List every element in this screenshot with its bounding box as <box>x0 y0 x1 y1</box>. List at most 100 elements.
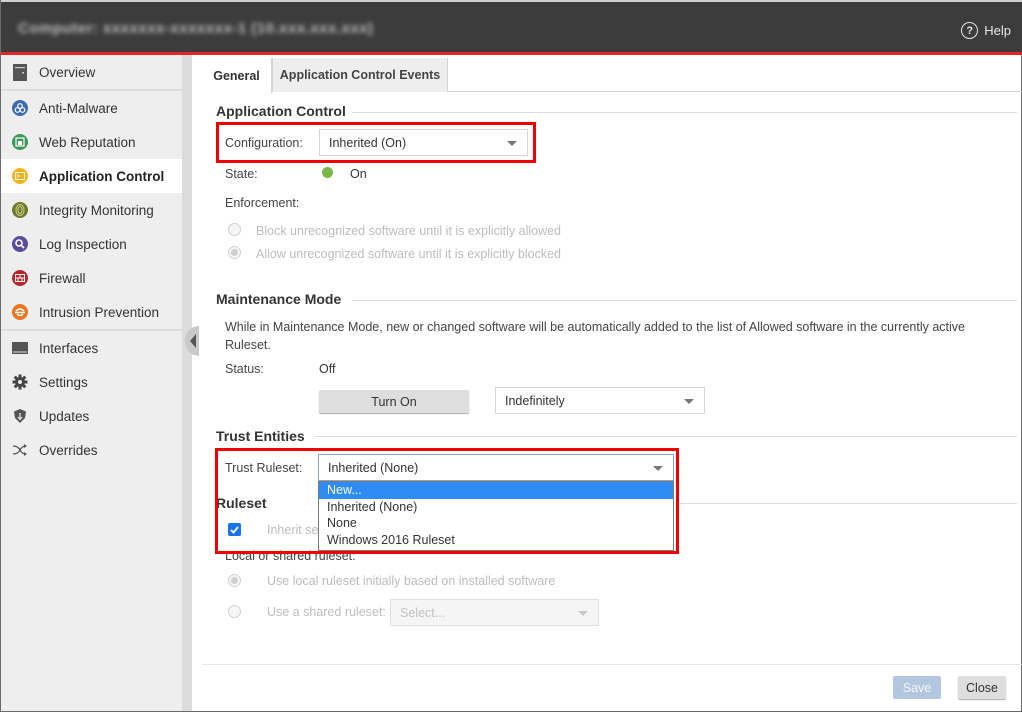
server-icon <box>12 63 28 81</box>
sidebar-item-integrity-monitoring[interactable]: Integrity Monitoring <box>1 193 182 227</box>
enforcement-allow-label: Allow unrecognized software until it is … <box>256 247 562 261</box>
duration-value: Indefinitely <box>505 393 565 408</box>
sidebar-item-application-control[interactable]: Application Control <box>1 159 182 193</box>
section-divider <box>352 112 1017 113</box>
use-local-ruleset-radio[interactable] <box>228 574 241 587</box>
sidebar-item-label: Updates <box>39 408 90 424</box>
state-value: On <box>350 167 367 181</box>
local-or-shared-label: Local or shared ruleset: <box>225 549 356 563</box>
sidebar-item-web-reputation[interactable]: Web Reputation <box>1 125 182 159</box>
sidebar-item-log-inspection[interactable]: Log Inspection <box>1 227 182 261</box>
sidebar-item-label: Application Control <box>39 168 165 184</box>
sidebar-item-label: Overview <box>39 64 96 80</box>
section-trust-entities: Trust Entities <box>216 428 305 444</box>
section-title: Trust Entities <box>216 428 305 444</box>
chevron-down-icon <box>507 141 517 146</box>
sidebar-item-settings[interactable]: Settings <box>1 365 182 399</box>
main-content: General Application Control Events Appli… <box>202 55 1022 711</box>
section-ruleset: Ruleset <box>216 495 267 511</box>
maintenance-status-label: Status: <box>225 362 264 376</box>
use-shared-ruleset-label: Use a shared ruleset: <box>267 605 386 619</box>
section-maintenance-mode: Maintenance Mode <box>216 291 341 307</box>
sidebar-item-label: Interfaces <box>39 340 99 356</box>
update-shield-icon <box>12 408 28 424</box>
biohazard-icon <box>12 100 28 116</box>
sidebar-item-intrusion-prevention[interactable]: Intrusion Prevention <box>1 295 182 329</box>
help-label: Help <box>984 23 1011 38</box>
enforcement-label: Enforcement: <box>225 196 300 210</box>
sidebar-item-updates[interactable]: Updates <box>1 399 182 433</box>
tab-bar: General Application Control Events <box>202 55 1022 93</box>
sidebar: Overview Anti-Malware Web Reputation App… <box>1 55 192 711</box>
help-button[interactable]: ? Help <box>961 22 1011 39</box>
sidebar-item-label: Log Inspection <box>39 236 127 252</box>
shield-icon <box>12 304 28 320</box>
maintenance-description: While in Maintenance Mode, new or change… <box>225 320 965 352</box>
footer-divider <box>202 664 1022 665</box>
tab-application-control-events[interactable]: Application Control Events <box>272 58 448 92</box>
section-divider <box>680 503 1017 504</box>
dropdown-option-none[interactable]: None <box>319 515 673 532</box>
sidebar-item-label: Integrity Monitoring <box>39 202 154 218</box>
tab-general[interactable]: General <box>202 58 272 93</box>
trust-ruleset-select[interactable]: Inherited (None) <box>318 454 674 481</box>
sidebar-item-label: Overrides <box>39 442 98 458</box>
sidebar-item-label: Intrusion Prevention <box>39 304 160 320</box>
title-bar: Computer: xxxxxxx-xxxxxxx-1 (10.xxx.xxx.… <box>1 0 1022 55</box>
section-divider <box>315 436 1017 437</box>
shared-ruleset-placeholder: Select... <box>400 605 446 620</box>
sidebar-item-anti-malware[interactable]: Anti-Malware <box>1 91 182 125</box>
sidebar-item-overrides[interactable]: Overrides <box>1 433 182 467</box>
turn-on-button[interactable]: Turn On <box>319 390 469 413</box>
sidebar-item-label: Firewall <box>39 270 86 286</box>
save-button[interactable]: Save <box>893 676 941 699</box>
sidebar-item-label: Anti-Malware <box>39 100 118 116</box>
enforcement-block-radio[interactable] <box>228 223 241 236</box>
enforcement-allow-radio[interactable] <box>228 246 241 259</box>
section-title: Maintenance Mode <box>216 291 342 307</box>
section-application-control: Application Control <box>216 103 346 119</box>
thumbs-up-icon <box>12 134 28 150</box>
chevron-down-icon <box>684 399 694 404</box>
use-shared-ruleset-radio[interactable] <box>228 605 241 618</box>
sidebar-item-label: Web Reputation <box>39 134 136 150</box>
sidebar-item-interfaces[interactable]: Interfaces <box>1 331 182 365</box>
maintenance-status-value: Off <box>319 362 336 376</box>
dropdown-option-inherited-none[interactable]: Inherited (None) <box>319 499 673 516</box>
state-indicator-dot <box>322 167 333 178</box>
section-title: Application Control <box>216 103 346 119</box>
gear-icon <box>12 374 28 390</box>
dropdown-option-new[interactable]: New... <box>319 482 673 499</box>
computer-details-window: Computer: xxxxxxx-xxxxxxx-1 (10.xxx.xxx.… <box>0 0 1022 712</box>
sidebar-item-label: Settings <box>39 374 88 390</box>
enforcement-block-label: Block unrecognized software until it is … <box>256 224 562 238</box>
close-button[interactable]: Close <box>958 676 1006 699</box>
state-label: State: <box>225 167 258 181</box>
inherit-settings-checkbox[interactable] <box>228 523 241 536</box>
question-circle-icon: ? <box>961 22 979 39</box>
configuration-select[interactable]: Inherited (On) <box>319 129 528 156</box>
use-local-ruleset-label: Use local ruleset initially based on ins… <box>267 574 556 588</box>
magnifier-icon <box>12 236 28 252</box>
configuration-label: Configuration: <box>225 136 303 150</box>
section-title: Ruleset <box>216 495 267 511</box>
configuration-value: Inherited (On) <box>329 135 407 150</box>
sidebar-item-firewall[interactable]: Firewall <box>1 261 182 295</box>
chevron-down-icon <box>653 466 663 471</box>
chevron-down-icon <box>578 611 588 616</box>
trust-ruleset-label: Trust Ruleset: <box>225 461 303 475</box>
shared-ruleset-select[interactable]: Select... <box>390 599 599 626</box>
sidebar-item-overview[interactable]: Overview <box>1 55 182 89</box>
window-title: Computer: xxxxxxx-xxxxxxx-1 (10.xxx.xxx.… <box>18 20 374 37</box>
shuffle-icon <box>12 442 28 458</box>
trust-ruleset-dropdown: New... Inherited (None) None Windows 201… <box>318 481 674 551</box>
section-divider <box>352 300 1017 301</box>
network-port-icon <box>12 340 28 356</box>
maintenance-duration-select[interactable]: Indefinitely <box>495 387 705 414</box>
terminal-icon <box>12 168 28 184</box>
checkmark-icon <box>230 525 239 534</box>
brick-wall-icon <box>12 270 28 286</box>
fingerprint-icon <box>12 202 28 218</box>
dropdown-option-windows-2016-ruleset[interactable]: Windows 2016 Ruleset <box>319 532 673 549</box>
trust-ruleset-value: Inherited (None) <box>328 460 419 475</box>
